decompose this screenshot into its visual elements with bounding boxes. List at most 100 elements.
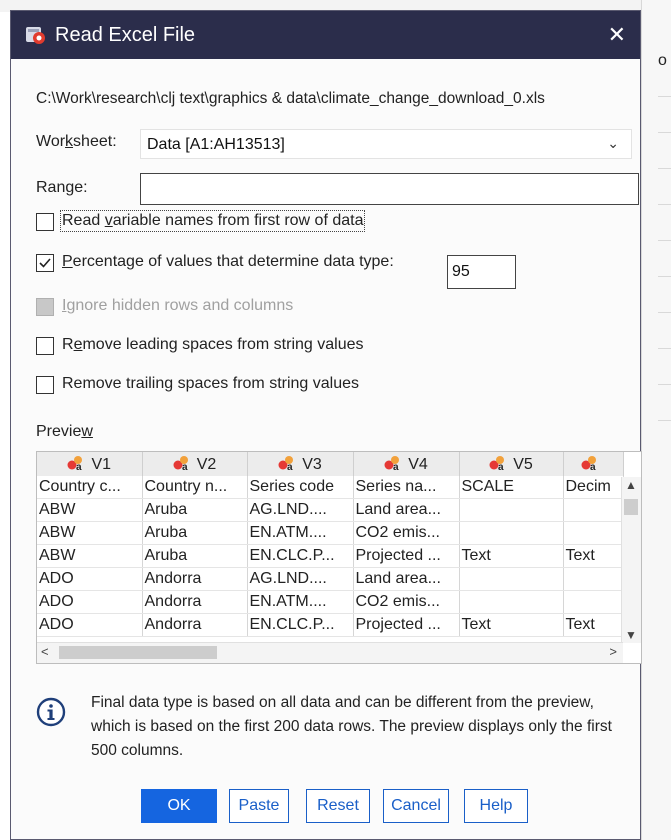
percentage-input[interactable]: 95 xyxy=(447,255,516,289)
ignore-hidden-checkbox xyxy=(36,298,54,316)
table-cell xyxy=(563,567,624,591)
scroll-left-icon[interactable]: < xyxy=(41,644,49,659)
nominal-variable-icon: a xyxy=(581,455,596,471)
table-cell xyxy=(459,590,564,614)
horizontal-scroll-thumb[interactable] xyxy=(59,646,217,659)
percentage-label: Percentage of values that determine data… xyxy=(62,253,394,270)
info-circle-icon xyxy=(36,697,66,727)
preview-grid[interactable]: a V1 a V2 a V3 a V4 a V5 a Country c... Count… xyxy=(36,451,642,664)
table-cell xyxy=(459,498,564,522)
close-button[interactable]: ✕ xyxy=(608,22,626,48)
ok-button[interactable]: OK xyxy=(141,789,217,823)
table-row: ADO Andorra EN.ATM.... CO2 emis... xyxy=(37,590,624,614)
chevron-down-icon: ⌄ xyxy=(607,135,619,151)
vertical-scrollbar[interactable]: ▲ ▼ xyxy=(621,477,641,643)
table-cell xyxy=(563,498,624,522)
table-cell xyxy=(563,590,624,614)
svg-text:a: a xyxy=(182,462,188,471)
dialog-title: Read Excel File xyxy=(55,24,196,46)
svg-text:a: a xyxy=(393,462,399,471)
column-name: V4 xyxy=(408,455,428,473)
worksheet-select[interactable]: Data [A1:AH13513] ⌄ xyxy=(140,129,632,159)
table-cell: ADO xyxy=(37,567,143,591)
reset-button[interactable]: Reset xyxy=(306,789,370,823)
table-cell xyxy=(563,521,624,545)
table-cell: ADO xyxy=(37,613,143,637)
table-row: ABW Aruba EN.CLC.P... Projected ... Text… xyxy=(37,544,624,568)
table-cell: ABW xyxy=(37,498,143,522)
percentage-checkbox[interactable] xyxy=(36,254,54,272)
background-window-edge xyxy=(641,0,671,840)
table-cell: SCALE xyxy=(459,476,564,499)
cancel-button[interactable]: Cancel xyxy=(383,789,449,823)
table-cell: AG.LND.... xyxy=(247,567,354,591)
table-cell: Andorra xyxy=(142,613,248,637)
info-message: Final data type is based on all data and… xyxy=(91,694,612,759)
table-cell: Decim xyxy=(563,476,624,499)
table-cell: Aruba xyxy=(142,544,248,568)
column-name: V5 xyxy=(513,455,533,473)
table-cell: EN.ATM.... xyxy=(247,590,354,614)
horizontal-scrollbar[interactable]: < > xyxy=(37,642,623,663)
read-excel-dialog: Read Excel File ✕ C:\Work\research\clj t… xyxy=(10,10,642,840)
table-cell: Aruba xyxy=(142,498,248,522)
nominal-variable-icon: a xyxy=(384,455,400,471)
column-header[interactable]: a V4 xyxy=(353,452,460,476)
scroll-right-icon[interactable]: > xyxy=(609,644,617,659)
remove-trailing-checkbox[interactable] xyxy=(36,376,54,394)
remove-trailing-label: Remove trailing spaces from string value… xyxy=(62,375,360,392)
read-variable-names-checkbox[interactable] xyxy=(36,213,54,231)
table-cell: EN.CLC.P... xyxy=(247,613,354,637)
table-row: ABW Aruba AG.LND.... Land area... xyxy=(37,498,624,522)
table-cell: Text xyxy=(459,613,564,637)
table-cell: ABW xyxy=(37,521,143,545)
paste-button[interactable]: Paste xyxy=(229,789,289,823)
column-header[interactable]: a V5 xyxy=(459,452,564,476)
preview-table: a V1 a V2 a V3 a V4 a V5 a Country c... Count… xyxy=(37,452,624,637)
nominal-variable-icon: a xyxy=(67,455,83,471)
table-row: ADO Andorra EN.CLC.P... Projected ... Te… xyxy=(37,613,624,637)
table-cell: Text xyxy=(459,544,564,568)
column-header[interactable]: a V2 xyxy=(142,452,248,476)
svg-text:a: a xyxy=(590,462,596,471)
svg-text:a: a xyxy=(76,462,82,471)
checkmark-icon xyxy=(39,258,51,268)
table-cell: CO2 emis... xyxy=(353,590,460,614)
table-cell: Land area... xyxy=(353,567,460,591)
read-variable-names-label: Read variable names from first row of da… xyxy=(59,210,366,232)
table-row: ADO Andorra AG.LND.... Land area... xyxy=(37,567,624,591)
svg-text:a: a xyxy=(287,462,293,471)
table-cell: EN.CLC.P... xyxy=(247,544,354,568)
remove-leading-checkbox[interactable] xyxy=(36,337,54,355)
table-cell xyxy=(459,521,564,545)
column-name: V2 xyxy=(196,455,217,473)
table-cell: Projected ... xyxy=(353,544,460,568)
nominal-variable-icon: a xyxy=(278,455,294,471)
svg-text:a: a xyxy=(498,462,504,471)
help-button[interactable]: Help xyxy=(464,789,528,823)
preview-label: Preview xyxy=(36,423,93,440)
scroll-down-icon[interactable]: ▼ xyxy=(625,628,637,642)
vertical-scroll-thumb[interactable] xyxy=(624,499,638,515)
table-cell xyxy=(459,567,564,591)
table-row: ABW Aruba EN.ATM.... CO2 emis... xyxy=(37,521,624,545)
column-name: V3 xyxy=(302,455,322,473)
scroll-up-icon[interactable]: ▲ xyxy=(625,478,637,492)
table-cell: ABW xyxy=(37,544,143,568)
column-header[interactable]: a xyxy=(563,452,624,476)
worksheet-label: Worksheet: xyxy=(36,133,117,150)
table-cell: Series na... xyxy=(353,476,460,499)
nominal-variable-icon: a xyxy=(173,455,188,471)
table-cell: Andorra xyxy=(142,590,248,614)
nominal-variable-icon: a xyxy=(489,455,505,471)
range-label: Range: xyxy=(36,179,88,196)
table-cell: Country n... xyxy=(142,476,248,499)
table-cell: Text xyxy=(563,613,624,637)
table-cell: ADO xyxy=(37,590,143,614)
variable-header-row: a V1 a V2 a V3 a V4 a V5 a xyxy=(37,452,624,476)
ignore-hidden-label: Ignore hidden rows and columns xyxy=(62,297,294,314)
table-cell: CO2 emis... xyxy=(353,521,460,545)
column-header[interactable]: a V3 xyxy=(247,452,354,476)
range-input[interactable] xyxy=(140,173,639,205)
column-header[interactable]: a V1 xyxy=(37,452,143,476)
